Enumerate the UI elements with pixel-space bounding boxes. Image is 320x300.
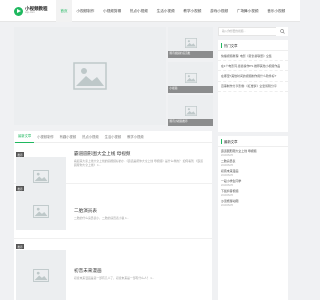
nav-item-life-videos[interactable]: 生活小视频	[152, 0, 179, 22]
top-navigation-bar: 小视频教程 xsp.com 首页 小视频制作 小视频剪辑 热点小视频 生活小视频…	[0, 0, 300, 22]
post-description: 二胎的什么演员表小，二胎的演员表小说 1...	[74, 216, 130, 220]
latest-article-title[interactable]: 下载抖音视频	[221, 189, 285, 193]
featured-caption-1: 腾讯视频的首页推	[168, 51, 213, 58]
logo-subtitle: xsp.com	[25, 11, 35, 15]
hot-article-link[interactable]: 百事制作分享影像:《红楼梦》全套剪辑分享	[218, 82, 288, 92]
post-badge: 推荐	[16, 244, 25, 249]
post-description: 初音未来漫画是第一部有几人了，初音未来是一部有什么人？ 1...	[74, 276, 155, 280]
post-title[interactable]: 初音未来漫画	[74, 268, 102, 274]
nav-item-square-dance[interactable]: 广场舞小视频	[232, 0, 262, 22]
featured-card-3[interactable]: 腾讯小视频推荐	[168, 95, 213, 126]
post-title[interactable]: 二胎演员表	[74, 208, 97, 214]
featured-card-1[interactable]: 腾讯视频的首页推	[168, 27, 213, 58]
logo-text: 小视频教程 xsp.com	[25, 6, 48, 15]
article-post-3[interactable]: 推荐 初音未来漫画 初音未来漫画是第一部有几人了，初音未来是一部有什么人？ 1.…	[14, 244, 212, 300]
latest-article-title[interactable]: 二胎演员表	[221, 159, 285, 163]
image-placeholder-icon	[33, 204, 49, 218]
featured-card-2[interactable]: 小视频	[168, 62, 213, 93]
post-description: 看起来大家上线大全上线的圆视频好的小 《霸道是帮你大全上线 母视频》是什么样的？…	[74, 159, 203, 168]
latest-article-item[interactable]: 二胎演员表 2019/05/25	[218, 157, 288, 167]
latest-article-date: 2019/05/25	[221, 204, 233, 207]
latest-article-title[interactable]: 初音未来漫画	[221, 169, 285, 173]
site-logo[interactable]: 小视频教程 xsp.com	[14, 4, 58, 18]
latest-article-title[interactable]: 沙漠旅游动图	[221, 199, 285, 203]
post-badge: 推荐	[16, 186, 25, 191]
latest-article-item[interactable]: 下载抖音视频 2019/05/25	[218, 187, 288, 197]
latest-article-item[interactable]: 霸道圆形图大全上线 母视频 2019/05/25	[218, 147, 288, 157]
hot-article-link[interactable]: 在哪里?其他时间的视频制作用什么软件好?	[218, 71, 288, 82]
post-thumbnail[interactable]	[16, 250, 66, 300]
slider-image[interactable]	[14, 27, 166, 125]
image-placeholder-icon	[184, 37, 197, 48]
play-logo-icon	[14, 6, 23, 16]
nav-item-game-videos[interactable]: 游戏小视频	[206, 0, 233, 22]
image-placeholder-icon	[33, 169, 49, 183]
nav-item-music-videos[interactable]: 音乐小视频	[263, 0, 290, 22]
main-nav: 首页 小视频制作 小视频剪辑 热点小视频 生活小视频 教学小视频 游戏小视频 广…	[56, 0, 290, 22]
latest-article-item[interactable]: 沙漠旅游动图 2019/05/25	[218, 197, 288, 207]
image-placeholder-icon	[33, 268, 49, 282]
featured-caption-2: 小视频	[168, 86, 213, 93]
hot-article-link[interactable]: 快播视频教程: 电影《复仇者联盟》全集	[218, 51, 288, 62]
image-placeholder-icon	[184, 105, 197, 116]
latest-articles-panel: 最新文章 霸道圆形图大全上线 母视频 2019/05/25 二胎演员表 2019…	[218, 136, 288, 300]
nav-item-video-making[interactable]: 小视频制作	[72, 0, 99, 22]
nav-item-video-editing[interactable]: 小视频剪辑	[99, 0, 126, 22]
search-button[interactable]	[276, 27, 288, 36]
nav-item-home[interactable]: 首页	[56, 0, 72, 22]
image-placeholder-icon	[184, 72, 197, 83]
hot-article-link[interactable]: 在1个电影同,婆婆操作PS 推荐其他小视频作品	[218, 61, 288, 72]
post-thumbnail[interactable]	[16, 192, 66, 230]
main-slider[interactable]	[14, 27, 166, 125]
article-post-2[interactable]: 推荐 二胎演员表 二胎的什么演员表小，二胎的演员表小说 1...	[14, 186, 212, 239]
latest-article-item[interactable]: 一段小学生同学 2019/05/25	[218, 177, 288, 187]
hot-articles-heading: 热门文章	[218, 40, 288, 51]
latest-articles-heading: 最新文章	[218, 136, 288, 147]
search-icon	[279, 29, 285, 34]
hot-articles-panel: 热门文章 快播视频教程: 电影《复仇者联盟》全集 在1个电影同,婆婆操作PS 推…	[218, 40, 288, 132]
latest-article-item[interactable]: 初音未来漫画 2019/05/25	[218, 167, 288, 177]
image-placeholder-icon	[73, 62, 107, 90]
post-title[interactable]: 霸道圆形图大全上线 母视频	[74, 151, 130, 157]
article-post-1[interactable]: 推荐 霸道圆形图大全上线 母视频 看起来大家上线大全上线的圆视频好的小 《霸道是…	[14, 131, 212, 195]
latest-article-title[interactable]: 一段小学生同学	[221, 179, 285, 183]
nav-item-teaching-videos[interactable]: 教学小视频	[179, 0, 206, 22]
latest-article-title[interactable]: 霸道圆形图大全上线 母视频	[221, 149, 285, 153]
nav-item-hot-videos[interactable]: 热点小视频	[125, 0, 152, 22]
featured-caption-3: 腾讯小视频推荐	[168, 119, 213, 126]
